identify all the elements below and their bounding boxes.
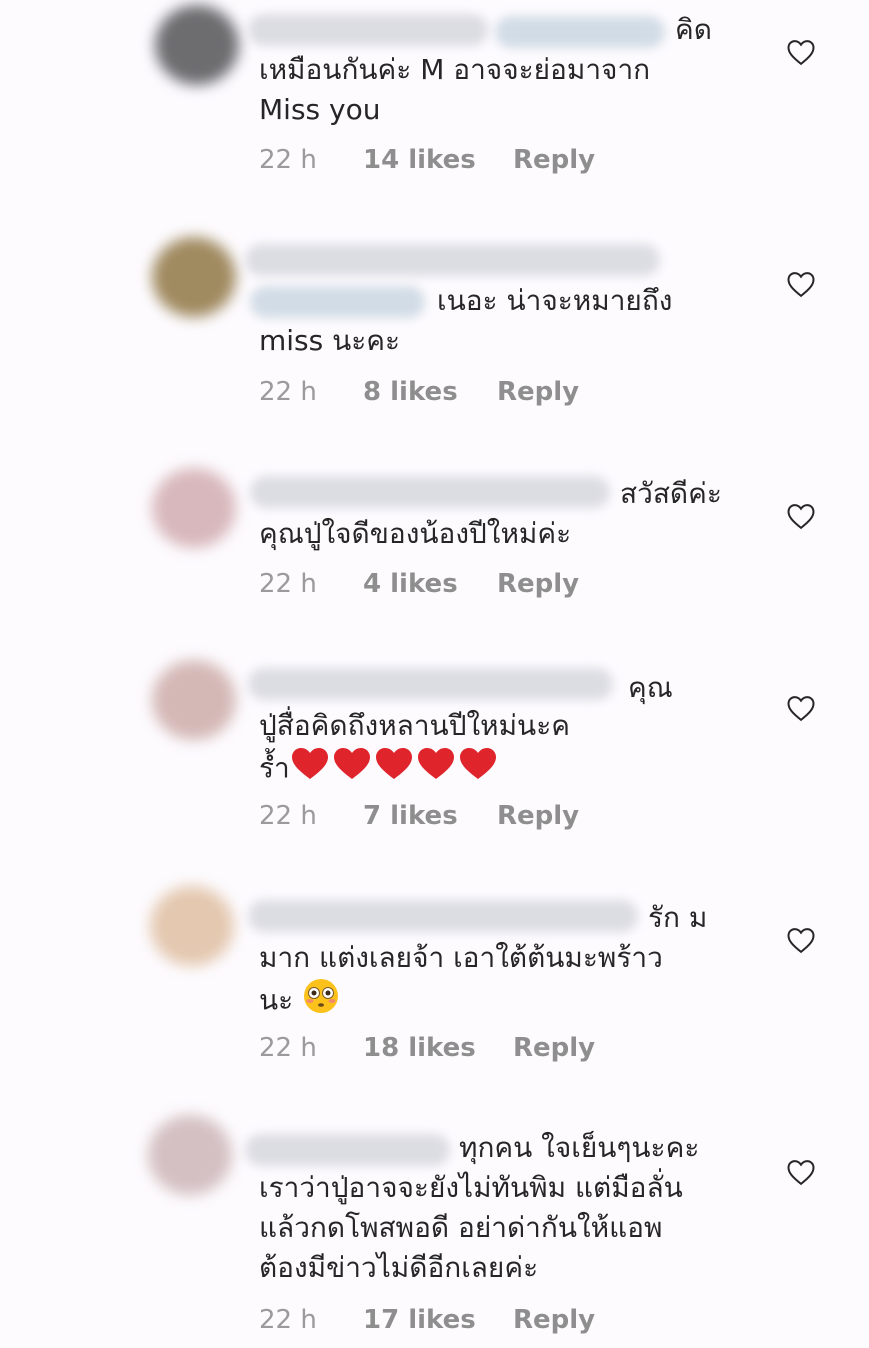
avatar[interactable]: [148, 1115, 232, 1195]
comment-time: 22 h: [259, 801, 317, 831]
heart-outline-icon[interactable]: [786, 694, 816, 722]
comment-time: 22 h: [259, 145, 317, 175]
comment-text: คุณ: [628, 671, 673, 704]
comment-time: 22 h: [259, 1305, 317, 1335]
reply-button[interactable]: Reply: [513, 142, 595, 178]
redacted-username: [495, 16, 665, 48]
comment-time: 22 h: [259, 377, 317, 407]
comment-text: มาก แต่งเลยจ้า เอาใต้ต้นมะพร้าว นะ: [259, 938, 759, 1018]
redacted-username: [245, 1134, 450, 1166]
comment-text: สวัสดีค่ะ: [620, 477, 722, 510]
likes-count[interactable]: 7 likes: [363, 798, 458, 834]
heart-outline-icon[interactable]: [786, 926, 816, 954]
likes-count[interactable]: 18 likes: [363, 1030, 476, 1066]
reply-button[interactable]: Reply: [513, 1302, 595, 1338]
heart-outline-icon[interactable]: [786, 38, 816, 66]
redacted-username: [248, 900, 638, 932]
likes-count[interactable]: 8 likes: [363, 374, 458, 410]
likes-count[interactable]: 14 likes: [363, 142, 476, 178]
comment-text: ปู่สื่อคิดถึงหลานปีใหม่นะค ร้ำ: [259, 706, 759, 786]
reply-button[interactable]: Reply: [513, 1030, 595, 1066]
likes-count[interactable]: 4 likes: [363, 566, 458, 602]
likes-count[interactable]: 17 likes: [363, 1302, 476, 1338]
comment-time: 22 h: [259, 569, 317, 599]
reply-button[interactable]: Reply: [497, 798, 579, 834]
redacted-username: [248, 668, 613, 700]
comment-text: คิด: [675, 13, 712, 46]
reply-button[interactable]: Reply: [497, 566, 579, 602]
heart-outline-icon[interactable]: [786, 1158, 816, 1186]
avatar[interactable]: [155, 5, 239, 85]
comment-text: miss นะคะ: [259, 324, 401, 357]
avatar[interactable]: [150, 886, 234, 966]
comment-text: เนอะ น่าจะหมายถึง: [437, 284, 673, 317]
comment-time: 22 h: [259, 1033, 317, 1063]
heart-outline-icon[interactable]: [786, 270, 816, 298]
redacted-username: [250, 476, 610, 508]
comment-text: เราว่าปู่อาจจะยังไม่ทันพิม แต่มือลั่น แล…: [259, 1171, 683, 1284]
heart-outline-icon[interactable]: [786, 502, 816, 530]
flushed-face-emoji: [302, 978, 340, 1025]
comment-text: รัก ม: [648, 901, 708, 934]
comment-text: ทุกคน ใจเย็นๆนะคะ: [459, 1131, 700, 1164]
redacted-username: [248, 14, 488, 46]
redacted-username: [250, 286, 425, 318]
avatar[interactable]: [152, 237, 236, 317]
reply-button[interactable]: Reply: [497, 374, 579, 410]
avatar[interactable]: [152, 468, 236, 548]
red-heart-emoji: [290, 746, 500, 793]
avatar[interactable]: [152, 660, 236, 740]
redacted-username: [245, 244, 660, 276]
comment-text: คุณปู่ใจดีของน้องปีใหม่ค่ะ: [259, 517, 572, 550]
comment-text: เหมือนกันค่ะ M อาจจะย่อมาจาก Miss you: [259, 53, 651, 126]
